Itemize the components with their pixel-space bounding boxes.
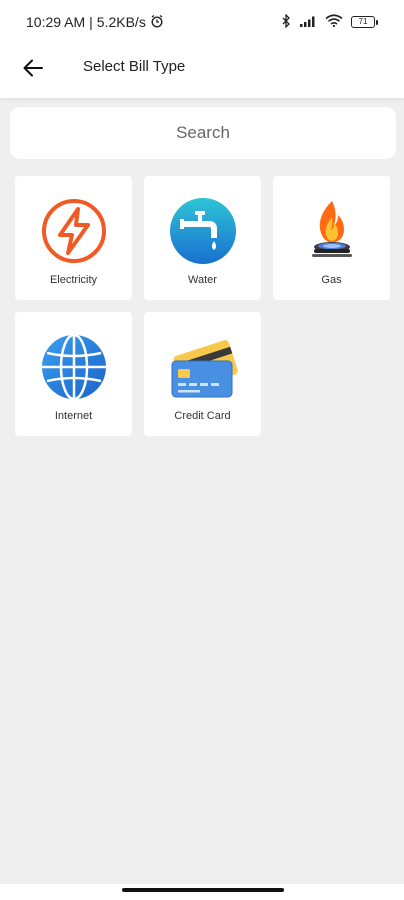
back-button[interactable]: [18, 55, 48, 85]
status-right: 71: [281, 12, 378, 31]
bill-type-electricity[interactable]: Electricity: [15, 176, 132, 300]
app-bar: Select Bill Type: [0, 44, 404, 98]
status-network-speed: 5.2KB/s: [96, 14, 146, 30]
alarm-icon: [150, 14, 164, 31]
battery-level: 71: [358, 17, 368, 26]
tile-label: Gas: [321, 274, 342, 286]
tile-label: Water: [188, 274, 217, 286]
status-bar: 10:29 AM | 5.2KB/s 71: [0, 0, 404, 44]
bluetooth-icon: [281, 12, 291, 31]
credit-card-icon: [168, 332, 238, 402]
home-indicator[interactable]: [122, 888, 284, 892]
battery-icon: 71: [351, 16, 378, 28]
gas-flame-icon: [297, 196, 367, 266]
navigation-bar: [0, 884, 404, 900]
bill-type-water[interactable]: Water: [144, 176, 261, 300]
status-left: 10:29 AM | 5.2KB/s: [26, 14, 164, 31]
tile-label: Credit Card: [174, 410, 231, 422]
tile-label: Internet: [54, 410, 93, 422]
globe-icon: [39, 332, 109, 402]
search-box[interactable]: [10, 107, 396, 159]
signal-icon: [299, 14, 317, 30]
status-time: 10:29 AM: [26, 14, 86, 30]
water-tap-icon: [168, 196, 238, 266]
bill-type-internet[interactable]: Internet: [15, 312, 132, 436]
lightning-bolt-icon: [39, 196, 109, 266]
bill-type-credit-card[interactable]: Credit Card: [144, 312, 261, 436]
wifi-icon: [325, 14, 343, 30]
bill-type-gas[interactable]: Gas: [273, 176, 390, 300]
status-separator: |: [89, 14, 93, 30]
arrow-left-icon: [23, 59, 43, 82]
tile-label: Electricity: [49, 274, 98, 286]
page-title: Select Bill Type: [83, 58, 186, 75]
search-input[interactable]: [10, 107, 396, 159]
